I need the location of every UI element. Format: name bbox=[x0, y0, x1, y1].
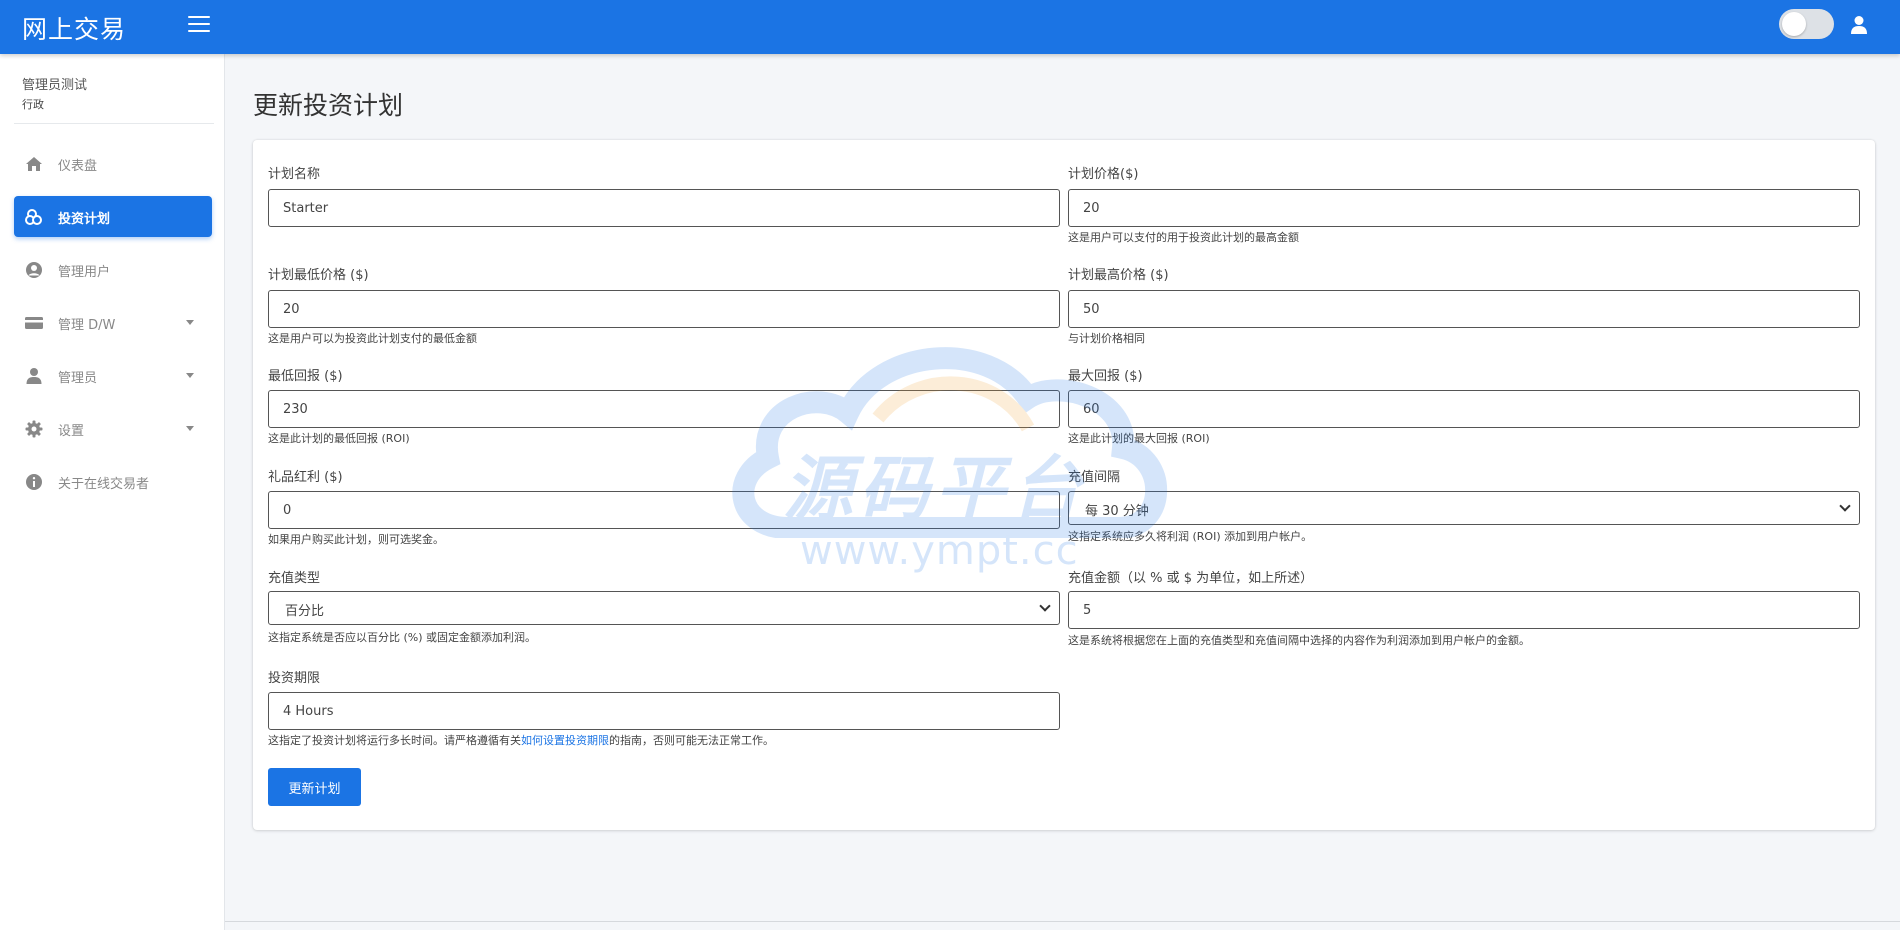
chevron-down-icon bbox=[186, 373, 194, 378]
max-return-label: 最大回报 ($) bbox=[1068, 369, 1143, 384]
sidebar-item-label: 管理 D/W bbox=[58, 318, 116, 333]
topup-amount-label: 充值金额（以 % 或 $ 为单位，如上所述） bbox=[1068, 571, 1314, 586]
max-price-label: 计划最高价格 ($) bbox=[1068, 268, 1169, 283]
topup-interval-value: 每 30 分钟 bbox=[1085, 504, 1149, 519]
duration-guide-link[interactable]: 如何设置投资期限 bbox=[521, 734, 609, 747]
plan-name-input[interactable] bbox=[268, 189, 1060, 227]
max-return-help: 这是此计划的最大回报 (ROI) bbox=[1068, 432, 1210, 445]
sidebar-item-label: 设置 bbox=[58, 424, 85, 439]
chevron-down-icon bbox=[1039, 600, 1051, 612]
sidebar-divider bbox=[14, 123, 214, 124]
sidebar-item-label: 管理员 bbox=[58, 371, 98, 386]
chevron-down-icon bbox=[186, 320, 194, 325]
sidebar: 管理员测试 行政 仪表盘 投资计划 管理用户 管理 D/W 管理员 设置 关于在… bbox=[0, 54, 225, 930]
gift-bonus-label: 礼品红利 ($) bbox=[268, 470, 343, 485]
topup-interval-label: 充值间隔 bbox=[1068, 470, 1121, 485]
credit-card-icon bbox=[25, 317, 43, 329]
topup-type-help: 这指定系统是否应以百分比 (%) 或固定金额添加利润。 bbox=[268, 631, 537, 644]
page-title: 更新投资计划 bbox=[253, 91, 404, 120]
gift-bonus-input[interactable] bbox=[268, 491, 1060, 529]
gift-bonus-help: 如果用户购买此计划，则可选奖金。 bbox=[268, 533, 444, 546]
sidebar-item-about[interactable]: 关于在线交易者 bbox=[14, 461, 212, 502]
user-circle-icon bbox=[26, 262, 42, 278]
brand-title[interactable]: 网上交易 bbox=[22, 10, 126, 46]
hamburger-icon[interactable] bbox=[188, 16, 210, 36]
topup-interval-help: 这指定系统应多久将利润 (ROI) 添加到用户帐户。 bbox=[1068, 530, 1313, 543]
min-price-help: 这是用户可以为投资此计划支付的最低金额 bbox=[268, 332, 477, 345]
theme-toggle[interactable] bbox=[1779, 9, 1834, 39]
sidebar-item-manage-users[interactable]: 管理用户 bbox=[14, 249, 212, 290]
sidebar-item-investment-plans[interactable]: 投资计划 bbox=[14, 196, 212, 237]
top-navbar: 网上交易 bbox=[0, 0, 1900, 54]
sidebar-item-manage-dw[interactable]: 管理 D/W bbox=[14, 302, 212, 343]
sidebar-item-label: 投资计划 bbox=[58, 212, 111, 227]
topup-type-label: 充值类型 bbox=[268, 571, 321, 586]
min-return-input[interactable] bbox=[268, 390, 1060, 428]
update-plan-button[interactable]: 更新计划 bbox=[268, 768, 361, 806]
sidebar-item-administrators[interactable]: 管理员 bbox=[14, 355, 212, 396]
chevron-down-icon bbox=[1839, 500, 1851, 512]
sidebar-item-label: 关于在线交易者 bbox=[58, 477, 150, 492]
plan-name-label: 计划名称 bbox=[268, 167, 321, 182]
info-icon bbox=[26, 474, 42, 490]
toggle-knob bbox=[1782, 12, 1806, 36]
duration-help: 这指定了投资计划将运行多长时间。请严格遵循有关如何设置投资期限的指南，否则可能无… bbox=[268, 732, 774, 748]
user-icon[interactable] bbox=[1850, 15, 1868, 35]
duration-label: 投资期限 bbox=[268, 671, 321, 686]
footer-divider bbox=[225, 921, 1900, 922]
sidebar-item-settings[interactable]: 设置 bbox=[14, 408, 212, 449]
topup-interval-select[interactable]: 每 30 分钟 bbox=[1068, 491, 1860, 525]
gear-icon bbox=[25, 420, 43, 438]
topup-type-select[interactable]: 百分比 bbox=[268, 591, 1060, 625]
topup-type-value: 百分比 bbox=[285, 604, 325, 619]
coins-icon bbox=[25, 209, 42, 225]
sidebar-user-role: 行政 bbox=[22, 98, 44, 111]
max-return-input[interactable] bbox=[1068, 390, 1860, 428]
max-price-help: 与计划价格相同 bbox=[1068, 332, 1145, 345]
chevron-down-icon bbox=[186, 426, 194, 431]
min-price-label: 计划最低价格 ($) bbox=[268, 268, 369, 283]
sidebar-user-name: 管理员测试 bbox=[22, 78, 88, 93]
sidebar-item-dashboard[interactable]: 仪表盘 bbox=[14, 143, 212, 184]
min-return-help: 这是此计划的最低回报 (ROI) bbox=[268, 432, 410, 445]
min-price-input[interactable] bbox=[268, 290, 1060, 328]
user-icon bbox=[26, 368, 42, 384]
topup-amount-input[interactable] bbox=[1068, 591, 1860, 629]
plan-price-help: 这是用户可以支付的用于投资此计划的最高金额 bbox=[1068, 231, 1299, 244]
duration-help-after: 的指南，否则可能无法正常工作。 bbox=[609, 734, 774, 747]
duration-input[interactable] bbox=[268, 692, 1060, 730]
duration-help-before: 这指定了投资计划将运行多长时间。请严格遵循有关 bbox=[268, 734, 521, 747]
plan-price-label: 计划价格($) bbox=[1068, 167, 1139, 182]
sidebar-item-label: 管理用户 bbox=[58, 265, 111, 280]
plan-price-input[interactable] bbox=[1068, 189, 1860, 227]
sidebar-item-label: 仪表盘 bbox=[58, 159, 98, 174]
topup-amount-help: 这是系统将根据您在上面的充值类型和充值间隔中选择的内容作为利润添加到用户帐户的金… bbox=[1068, 634, 1530, 647]
min-return-label: 最低回报 ($) bbox=[268, 369, 343, 384]
max-price-input[interactable] bbox=[1068, 290, 1860, 328]
home-icon bbox=[26, 157, 42, 171]
